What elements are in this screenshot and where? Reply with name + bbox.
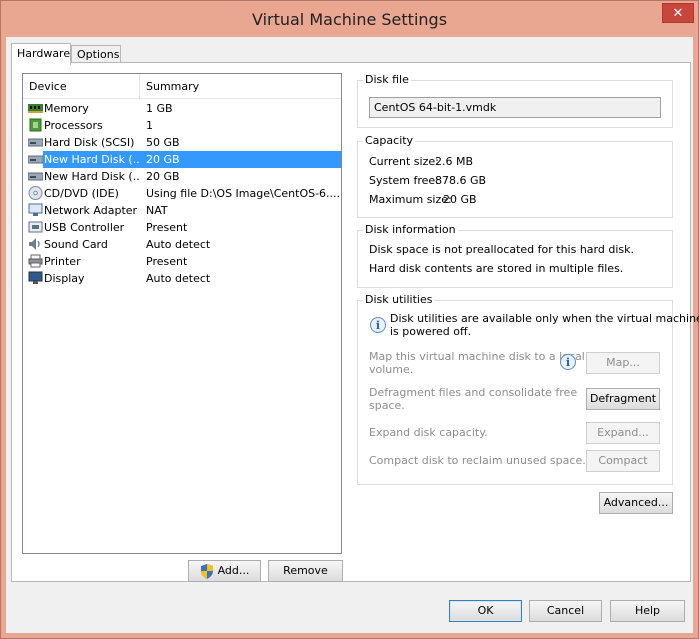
- cd-dvd-icon: [28, 186, 43, 200]
- hard-disk-icon: [28, 155, 43, 164]
- display-icon: [28, 271, 43, 284]
- device-summary: Present: [146, 255, 188, 268]
- disk-file-group: Disk file CentOS 64-bit-1.vmdk: [357, 73, 673, 128]
- device-name: USB Controller: [44, 221, 125, 234]
- utilities-note-line-2: is powered off.: [390, 325, 472, 338]
- shield-icon: [201, 564, 213, 579]
- capacity-title: Capacity: [363, 134, 416, 147]
- device-name: Sound Card: [44, 238, 108, 251]
- tab-hardware[interactable]: Hardware: [11, 43, 71, 65]
- dialog-button-bar: OK Cancel Help: [6, 589, 693, 633]
- window-title: Virtual Machine Settings: [251, 10, 448, 29]
- device-name: Printer: [44, 255, 81, 268]
- hard-disk-icon: [28, 172, 43, 181]
- device-name: Hard Disk (SCSI): [44, 136, 135, 149]
- cancel-button[interactable]: Cancel: [529, 600, 602, 622]
- device-summary: 20 GB: [146, 170, 180, 183]
- disk-information-group: Disk information Disk space is not preal…: [357, 223, 673, 288]
- column-header-summary[interactable]: Summary: [140, 74, 341, 98]
- device-name: Processors: [44, 119, 103, 132]
- device-name: New Hard Disk (...: [43, 151, 140, 168]
- device-list[interactable]: Device Summary Memory 1 GB Processors 1 …: [22, 73, 342, 554]
- add-device-button[interactable]: Add...: [188, 560, 261, 582]
- current-size-value: 2.6 MB: [435, 155, 474, 168]
- device-row-printer[interactable]: Printer Present: [23, 253, 341, 270]
- system-free-label: System free:: [369, 174, 439, 187]
- disk-info-line-2: Hard disk contents are stored in multipl…: [369, 262, 624, 275]
- settings-window: Virtual Machine Settings ✕ Hardware Opti…: [0, 0, 699, 639]
- help-button[interactable]: Help: [610, 600, 685, 622]
- device-name: Display: [44, 272, 85, 285]
- disk-info-line-1: Disk space is not preallocated for this …: [369, 243, 634, 256]
- device-row-network-adapter[interactable]: Network Adapter NAT: [23, 202, 341, 219]
- device-name: Network Adapter: [44, 204, 138, 217]
- map-description-line-1: Map this virtual machine disk to a local: [369, 350, 585, 363]
- info-icon: i: [370, 317, 386, 333]
- device-summary: 20 GB: [140, 151, 341, 168]
- defragment-description-line-1: Defragment files and consolidate free: [369, 386, 578, 399]
- printer-icon: [28, 254, 43, 268]
- expand-description: Expand disk capacity.: [369, 426, 488, 439]
- device-row-cd-dvd[interactable]: CD/DVD (IDE) Using file D:\OS Image\Cent…: [23, 185, 341, 202]
- device-summary: 1 GB: [146, 102, 173, 115]
- column-header-device[interactable]: Device: [23, 74, 140, 98]
- map-description-line-2: volume.: [369, 363, 414, 376]
- device-row-memory[interactable]: Memory 1 GB: [23, 100, 341, 117]
- disk-file-title: Disk file: [363, 73, 411, 86]
- processor-icon: [29, 118, 42, 132]
- defragment-description-line-2: space.: [369, 399, 405, 412]
- device-row-new-hard-disk[interactable]: New Hard Disk (... 20 GB: [23, 168, 341, 185]
- usb-icon: [28, 221, 43, 233]
- hardware-panel: Device Summary Memory 1 GB Processors 1 …: [11, 62, 699, 582]
- memory-icon: [28, 104, 43, 113]
- device-row-usb-controller[interactable]: USB Controller Present: [23, 219, 341, 236]
- tab-options[interactable]: Options: [71, 45, 121, 63]
- device-list-header: Device Summary: [23, 74, 341, 99]
- compact-button[interactable]: Compact: [586, 450, 660, 472]
- defragment-button[interactable]: Defragment: [586, 388, 660, 410]
- title-bar[interactable]: Virtual Machine Settings ✕: [1, 1, 698, 37]
- map-button[interactable]: Map...: [586, 352, 660, 374]
- device-summary: Auto detect: [146, 238, 211, 251]
- device-summary: Using file D:\OS Image\CentOS-6....: [146, 187, 341, 200]
- device-name: CD/DVD (IDE): [44, 187, 119, 200]
- device-summary: NAT: [146, 204, 168, 217]
- device-name: Memory: [44, 102, 89, 115]
- remove-device-button[interactable]: Remove: [268, 560, 343, 582]
- system-free-value: 878.6 GB: [435, 174, 487, 187]
- capacity-group: Capacity Current size: 2.6 MB System fre…: [357, 134, 673, 218]
- close-button[interactable]: ✕: [662, 3, 694, 23]
- disk-utilities-group: Disk utilities i Disk utilities are avai…: [357, 293, 699, 485]
- device-row-new-hard-disk-selected[interactable]: New Hard Disk (... 20 GB: [23, 151, 341, 168]
- device-row-display[interactable]: Display Auto detect: [23, 270, 341, 287]
- device-summary: 1: [146, 119, 153, 132]
- device-name: New Hard Disk (...: [44, 170, 140, 183]
- device-row-processors[interactable]: Processors 1: [23, 117, 341, 134]
- sound-card-icon: [29, 238, 40, 250]
- device-row-sound-card[interactable]: Sound Card Auto detect: [23, 236, 341, 253]
- advanced-button[interactable]: Advanced...: [599, 492, 673, 514]
- utilities-note-line-1: Disk utilities are available only when t…: [390, 312, 699, 325]
- device-row-hard-disk-scsi[interactable]: Hard Disk (SCSI) 50 GB: [23, 134, 341, 151]
- disk-information-title: Disk information: [363, 223, 458, 236]
- dialog-client: Hardware Options Device Summary Memory 1…: [6, 37, 699, 633]
- device-summary: Present: [146, 221, 188, 234]
- expand-button[interactable]: Expand...: [586, 422, 660, 444]
- current-size-label: Current size:: [369, 155, 439, 168]
- device-summary: Auto detect: [146, 272, 211, 285]
- compact-description: Compact disk to reclaim unused space.: [369, 454, 586, 467]
- network-adapter-icon: [28, 203, 43, 216]
- disk-utilities-title: Disk utilities: [363, 293, 435, 306]
- ok-button[interactable]: OK: [449, 600, 522, 622]
- map-info-icon: i: [560, 354, 576, 370]
- disk-file-field[interactable]: CentOS 64-bit-1.vmdk: [369, 97, 661, 118]
- maximum-size-label: Maximum size:: [369, 193, 452, 206]
- maximum-size-value: 20 GB: [443, 193, 477, 206]
- device-summary: 50 GB: [146, 136, 180, 149]
- hard-disk-icon: [28, 138, 43, 147]
